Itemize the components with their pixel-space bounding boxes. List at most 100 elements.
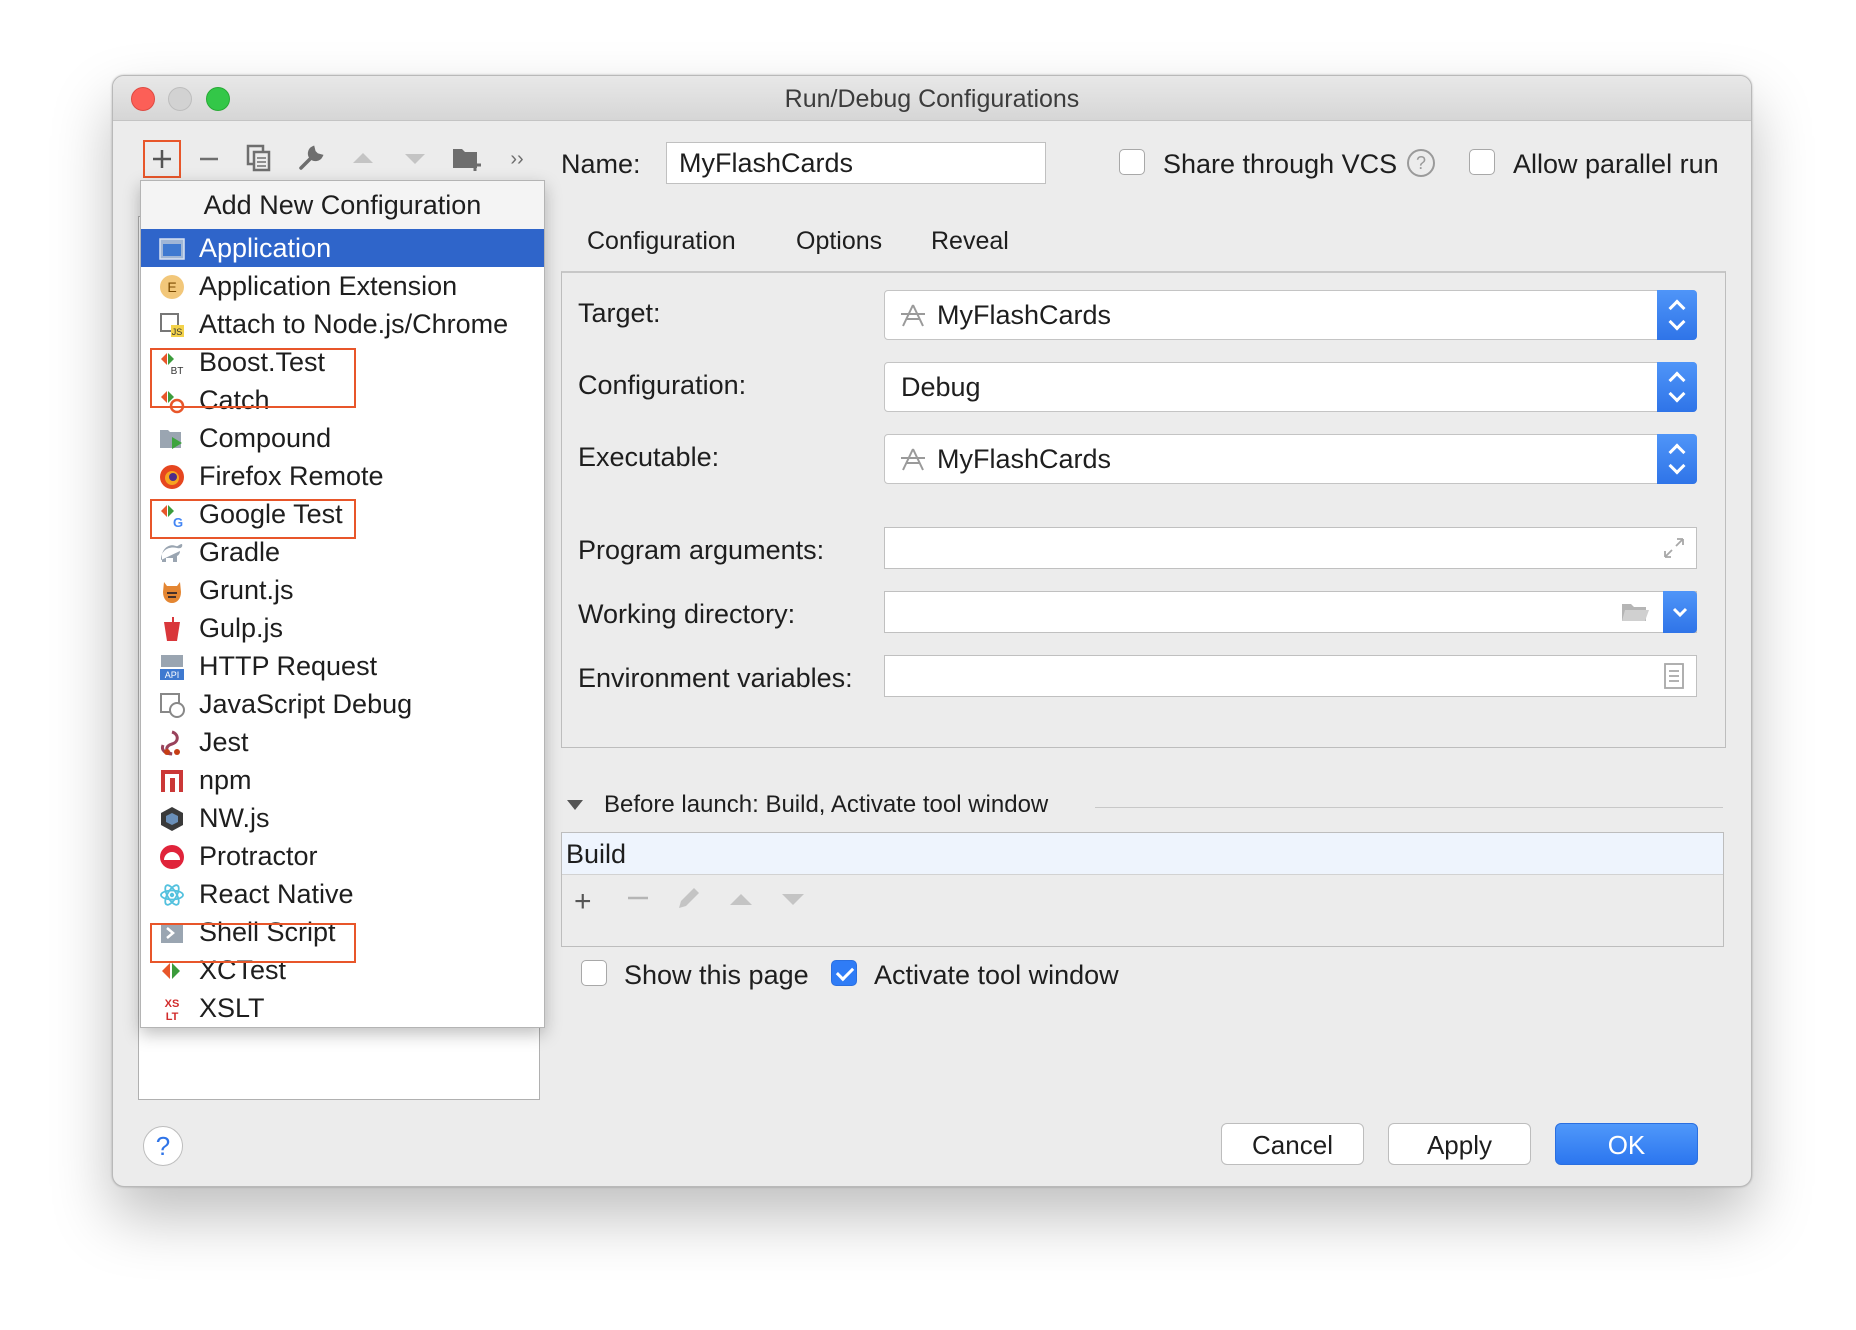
- document-icon[interactable]: [1664, 663, 1684, 689]
- react-icon: [160, 884, 184, 906]
- ok-button[interactable]: OK: [1555, 1123, 1698, 1165]
- target-combo[interactable]: MyFlashCards: [884, 290, 1697, 340]
- svg-text:API: API: [165, 670, 180, 680]
- name-input[interactable]: MyFlashCards: [666, 142, 1046, 184]
- nwjs-icon: [161, 807, 183, 831]
- config-type-gradle[interactable]: Gradle: [141, 533, 544, 571]
- share-vcs-checkbox[interactable]: [1119, 149, 1145, 175]
- svg-text:E: E: [167, 279, 176, 295]
- expand-icon[interactable]: [1662, 536, 1686, 560]
- svg-text:LT: LT: [166, 1011, 179, 1022]
- catch-icon: [161, 391, 185, 414]
- run-debug-dialog: Run/Debug Configurations ›› Add New Conf…: [112, 75, 1752, 1187]
- config-type-react-native[interactable]: React Native: [141, 875, 544, 913]
- target-label: Target:: [578, 298, 661, 328]
- task-build[interactable]: Build: [562, 833, 1723, 875]
- show-page-checkbox[interactable]: [581, 960, 607, 986]
- more-actions-button[interactable]: ››: [499, 142, 535, 176]
- configuration-label: Configuration:: [578, 370, 747, 400]
- application-extension-icon: E: [160, 275, 184, 299]
- config-type-application[interactable]: Application: [141, 229, 544, 267]
- config-type-xslt[interactable]: XS LT XSLT: [141, 989, 544, 1027]
- apply-button[interactable]: Apply: [1388, 1123, 1531, 1165]
- grunt-icon: [163, 582, 181, 603]
- popup-header: Add New Configuration: [141, 181, 544, 229]
- jest-icon: [161, 730, 180, 756]
- app-target-icon: [901, 304, 925, 327]
- boost-test-icon: BT: [161, 353, 183, 376]
- configuration-type-list: Application E Application Extension JS A…: [141, 229, 544, 1027]
- tab-options[interactable]: Options: [796, 216, 882, 266]
- before-launch-divider: [1095, 807, 1723, 808]
- gradle-icon: [161, 544, 183, 562]
- config-type-jest[interactable]: Jest: [141, 723, 544, 761]
- move-down-button[interactable]: [397, 142, 433, 176]
- help-icon[interactable]: ?: [1407, 149, 1435, 177]
- working-directory-dropdown[interactable]: [1663, 591, 1697, 633]
- edit-templates-button[interactable]: [293, 142, 329, 176]
- remove-task-icon[interactable]: [627, 895, 649, 901]
- config-type-npm[interactable]: npm: [141, 761, 544, 799]
- cancel-button[interactable]: Cancel: [1221, 1123, 1364, 1165]
- add-icon: [153, 150, 171, 168]
- javascript-debug-icon: [160, 693, 185, 718]
- config-type-compound[interactable]: Compound: [141, 419, 544, 457]
- executable-combo[interactable]: MyFlashCards: [884, 434, 1697, 484]
- executable-label: Executable:: [578, 442, 720, 472]
- configuration-panel: Target: MyFlashCards Configuration: Debu…: [561, 271, 1726, 748]
- google-test-icon: G: [161, 505, 183, 528]
- allow-parallel-label: Allow parallel run: [1513, 149, 1719, 179]
- config-type-gulp[interactable]: Gulp.js: [141, 609, 544, 647]
- config-type-javascript-debug[interactable]: JavaScript Debug: [141, 685, 544, 723]
- folder-icon[interactable]: [1620, 600, 1650, 624]
- xctest-icon: [162, 963, 180, 979]
- add-configuration-popup: Add New Configuration Application E Appl…: [140, 180, 545, 1028]
- activate-tool-window-label: Activate tool window: [874, 960, 1119, 990]
- new-folder-button[interactable]: [449, 142, 485, 176]
- config-type-http-request[interactable]: API HTTP Request: [141, 647, 544, 685]
- attach-node-icon: JS: [160, 313, 184, 337]
- configuration-stepper-icon[interactable]: [1657, 362, 1697, 412]
- configuration-combo[interactable]: Debug: [884, 362, 1697, 412]
- share-vcs-label: Share through VCS: [1163, 149, 1398, 179]
- config-type-xctest[interactable]: XCTest: [141, 951, 544, 989]
- allow-parallel-checkbox[interactable]: [1469, 149, 1495, 175]
- config-type-attach-node[interactable]: JS Attach to Node.js/Chrome: [141, 305, 544, 343]
- activate-tool-window-checkbox[interactable]: [831, 960, 857, 986]
- executable-stepper-icon[interactable]: [1657, 434, 1697, 484]
- config-type-catch[interactable]: Catch: [141, 381, 544, 419]
- config-type-protractor[interactable]: Protractor: [141, 837, 544, 875]
- app-executable-icon: [901, 448, 925, 471]
- add-task-icon: +: [574, 885, 592, 918]
- before-launch-tasks: Build +: [561, 832, 1724, 947]
- collapse-triangle-icon[interactable]: [565, 798, 585, 812]
- add-task-button[interactable]: +: [574, 885, 592, 919]
- svg-text:G: G: [173, 515, 183, 528]
- config-type-nwjs[interactable]: NW.js: [141, 799, 544, 837]
- program-arguments-input[interactable]: [884, 527, 1697, 569]
- remove-configuration-button[interactable]: [191, 142, 227, 176]
- config-type-google-test[interactable]: G Google Test: [141, 495, 544, 533]
- task-down-icon[interactable]: [780, 889, 806, 909]
- config-type-application-extension[interactable]: E Application Extension: [141, 267, 544, 305]
- target-stepper-icon[interactable]: [1657, 290, 1697, 340]
- task-up-icon[interactable]: [728, 889, 754, 909]
- environment-variables-input[interactable]: [884, 655, 1697, 697]
- chevron-down-icon: [1672, 607, 1688, 618]
- move-down-icon: [405, 154, 425, 164]
- edit-task-icon[interactable]: [676, 885, 702, 911]
- working-directory-input[interactable]: [884, 591, 1697, 633]
- svg-text:JS: JS: [172, 327, 183, 337]
- config-type-firefox-remote[interactable]: Firefox Remote: [141, 457, 544, 495]
- tab-reveal[interactable]: Reveal: [931, 216, 1009, 266]
- name-label: Name:: [561, 149, 641, 179]
- config-type-grunt[interactable]: Grunt.js: [141, 571, 544, 609]
- copy-icon: [246, 144, 271, 172]
- tab-configuration[interactable]: Configuration: [561, 216, 762, 275]
- config-type-boost-test[interactable]: BT Boost.Test: [141, 343, 544, 381]
- add-configuration-button[interactable]: [143, 140, 181, 178]
- move-up-button[interactable]: [345, 142, 381, 176]
- config-type-shell-script[interactable]: Shell Script: [141, 913, 544, 951]
- help-button[interactable]: ?: [143, 1126, 183, 1166]
- copy-configuration-button[interactable]: [241, 142, 277, 176]
